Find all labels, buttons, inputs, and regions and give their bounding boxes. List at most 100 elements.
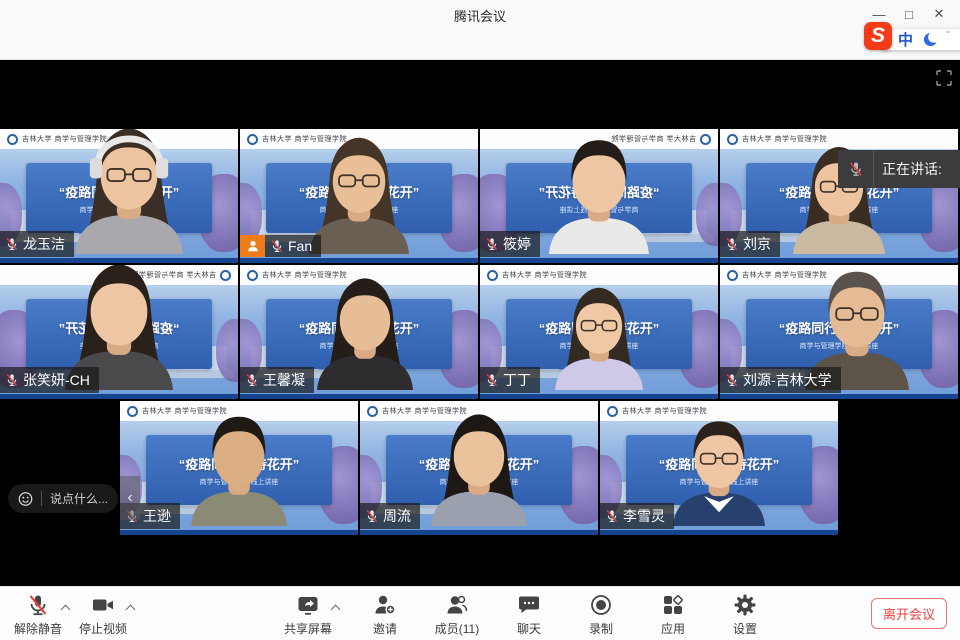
video-tile[interactable]: 吉林大学 商学与管理学院 “疫路同行 静待花开” 商学与管理学院 线上讲座: [120, 401, 358, 535]
leave-meeting-button[interactable]: 离开会议: [871, 598, 947, 629]
participant-person: [533, 280, 665, 395]
muted-mic-icon: [485, 373, 499, 387]
participant-name-tag: 李雪灵: [600, 503, 674, 529]
ime-language-toggle[interactable]: 中: [898, 29, 913, 50]
participant-name-tag: 周流: [360, 503, 420, 529]
members-label: 成员(11): [435, 620, 479, 637]
share-screen-button[interactable]: 共享屏幕: [282, 592, 334, 637]
participant-name: Fan: [288, 238, 312, 254]
window-title: 腾讯会议: [0, 6, 960, 25]
moon-icon[interactable]: [923, 32, 938, 47]
video-tile[interactable]: 吉林大学 商学与管理学院 “疫路同行 静待花开” 商学与管理学院 线上讲座: [360, 401, 598, 535]
participant-video-figure: [167, 406, 311, 526]
host-badge-icon: [240, 235, 265, 257]
ime-logo-icon[interactable]: S: [864, 22, 892, 50]
participant-person: [524, 129, 674, 259]
participant-video-figure: [407, 406, 551, 526]
video-tile[interactable]: 吉林大学 商学与管理学院 “疫路同行 静待花开” 商学与管理学院 线上讲座: [240, 265, 478, 399]
divider: [41, 491, 42, 506]
title-bar: 腾讯会议 — □ ✕: [0, 0, 960, 28]
participant-name: 龙玉洁: [23, 234, 65, 254]
gear-icon: [733, 592, 757, 618]
unmute-button[interactable]: 解除静音: [12, 592, 64, 637]
meeting-feature-controls: 共享屏幕 邀请: [282, 592, 771, 637]
chat-icon: [517, 592, 541, 618]
meeting-toolbar-top: 03:00 宫格视图: [0, 28, 960, 60]
participant-name-tag: 龙玉洁: [0, 231, 74, 257]
now-speaking-indicator: 正在讲话:: [838, 150, 960, 188]
chat-label: 聊天: [517, 620, 541, 637]
university-logo-icon: [607, 406, 618, 417]
apps-button[interactable]: 应用: [647, 592, 699, 637]
invite-icon: [373, 592, 397, 618]
university-logo-icon: [727, 270, 738, 281]
participant-name-tag: 刘源-吉林大学: [720, 367, 841, 393]
share-screen-icon: [296, 592, 320, 618]
chat-placeholder: 说点什么...: [50, 490, 108, 507]
maximize-button[interactable]: □: [894, 0, 924, 28]
video-tile[interactable]: 吉林大学 商学与管理学院 “疫路同行 静待花开” 商学与管理学院 线上讲座: [480, 265, 718, 399]
record-button[interactable]: 录制: [575, 592, 627, 637]
video-tile[interactable]: 吉林大学 商学与管理学院 “疫路同行 静待花开” 商学与管理学院 线上讲座: [0, 265, 238, 399]
participant-video-figure: [293, 270, 437, 390]
unmute-control: 解除静音: [12, 592, 69, 637]
settings-button[interactable]: 设置: [719, 592, 771, 637]
muted-mic-icon: [5, 237, 19, 251]
participant-name: 筱婷: [503, 234, 531, 254]
close-button[interactable]: ✕: [924, 0, 954, 28]
university-logo-icon: [247, 270, 258, 281]
meeting-controls-bar: 解除静音 停止视频: [0, 586, 960, 640]
stop-video-label: 停止视频: [79, 620, 127, 637]
participant-name-tag: 丁丁: [480, 367, 540, 393]
participant-name-tag: 筱婷: [480, 231, 540, 257]
video-tile[interactable]: 吉林大学 商学与管理学院 “疫路同行 静待花开” 商学与管理学院 线上讲座: [240, 129, 478, 263]
now-speaking-label: 正在讲话:: [882, 159, 942, 179]
university-logo-icon: [367, 406, 378, 417]
participant-person: [293, 270, 437, 395]
participant-name: 刘源-吉林大学: [743, 370, 832, 390]
unmute-label: 解除静音: [14, 620, 62, 637]
settings-label: 设置: [733, 620, 757, 637]
video-tile[interactable]: 吉林大学 商学与管理学院 “疫路同行 静待花开” 商学与管理学院 线上讲座: [600, 401, 838, 535]
invite-button[interactable]: 邀请: [359, 592, 411, 637]
quick-chat-input[interactable]: 说点什么...: [8, 484, 118, 513]
audio-video-controls: 解除静音 停止视频: [12, 592, 134, 637]
ime-dot: °: [946, 29, 950, 39]
chat-button[interactable]: 聊天: [503, 592, 555, 637]
video-grid: 吉林大学 商学与管理学院 “疫路同行 静待花开” 商学与管理学院 线上讲座: [0, 60, 960, 586]
muted-mic-icon: [270, 239, 284, 253]
participant-name: 丁丁: [503, 370, 531, 390]
university-logo-icon: [127, 406, 138, 417]
invite-label: 邀请: [373, 620, 397, 637]
participant-name: 李雪灵: [623, 506, 665, 526]
mic-muted-icon: [26, 592, 50, 618]
participant-video-figure: [524, 129, 674, 254]
muted-mic-icon: [725, 373, 739, 387]
video-control: 停止视频: [77, 592, 134, 637]
muted-mic-icon: [838, 150, 874, 188]
record-icon: [589, 592, 613, 618]
emoji-icon[interactable]: [18, 491, 33, 507]
university-logo-icon: [487, 270, 498, 281]
participant-name-tag: Fan: [240, 235, 321, 257]
participant-name-tag: 张笑妍-CH: [0, 367, 99, 393]
video-tile[interactable]: 吉林大学 商学与管理学院 “疫路同行 静待花开” 商学与管理学院 线上讲座: [720, 265, 958, 399]
stop-video-button[interactable]: 停止视频: [77, 592, 129, 637]
participant-video-figure: [533, 280, 665, 390]
members-button[interactable]: 成员(11): [431, 592, 483, 637]
share-control: 共享屏幕: [282, 592, 339, 637]
participant-name: 刘京: [743, 234, 771, 254]
share-screen-label: 共享屏幕: [284, 620, 332, 637]
video-tile[interactable]: 吉林大学 商学与管理学院 “疫路同行 静待花开” 商学与管理学院 线上讲座: [0, 129, 238, 263]
participant-person: [407, 406, 551, 531]
prev-page-arrow[interactable]: ‹: [120, 476, 140, 520]
video-tile[interactable]: 吉林大学 商学与管理学院 “疫路同行 静待花开” 商学与管理学院 线上讲座: [480, 129, 718, 263]
app-window: 腾讯会议 — □ ✕: [0, 0, 960, 640]
muted-mic-icon: [365, 509, 379, 523]
ime-statusbar[interactable]: S 中 °: [880, 29, 960, 50]
apps-icon: [661, 592, 685, 618]
fullscreen-icon[interactable]: [936, 70, 952, 86]
muted-mic-icon: [245, 373, 259, 387]
participant-name-tag: 王馨凝: [240, 367, 314, 393]
university-logo-icon: [700, 134, 711, 145]
